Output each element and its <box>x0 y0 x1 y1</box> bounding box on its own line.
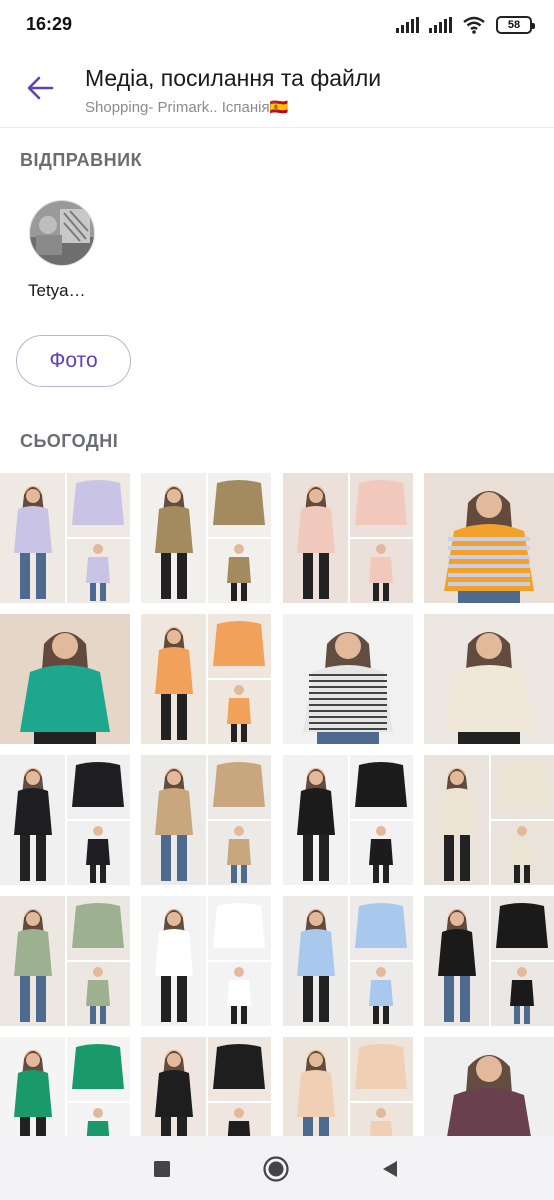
media-thumbnail[interactable] <box>283 896 413 1026</box>
signal-icon <box>396 17 419 33</box>
back-button[interactable] <box>20 68 60 108</box>
media-thumbnail[interactable] <box>0 896 130 1026</box>
chat-name-subtitle: Shopping- Primark.. Іспанія🇪🇸 <box>85 99 289 116</box>
media-thumbnail[interactable] <box>424 473 554 603</box>
triangle-back-icon <box>383 1161 397 1177</box>
media-thumbnail[interactable] <box>283 473 413 603</box>
today-section-label: СЬОГОДНІ <box>20 431 119 451</box>
sender-avatar-button[interactable] <box>22 200 102 266</box>
status-time: 16:29 <box>26 14 73 34</box>
media-thumbnail[interactable] <box>0 614 130 744</box>
arrow-left-icon <box>27 76 54 100</box>
back-nav-button[interactable] <box>375 1154 405 1184</box>
media-thumbnail[interactable] <box>141 473 271 603</box>
system-nav-bar <box>0 1136 554 1200</box>
status-icons: 58 <box>396 14 535 36</box>
media-thumbnail[interactable] <box>141 614 271 744</box>
avatar <box>29 200 95 266</box>
media-thumbnail[interactable] <box>283 755 413 885</box>
battery-level: 58 <box>507 19 521 31</box>
sender-section-label: ВІДПРАВНИК <box>20 150 143 170</box>
app-header: Медіа, посилання та файли Shopping- Prim… <box>0 50 554 128</box>
media-thumbnail[interactable] <box>0 755 130 885</box>
sender-name: Tetya… <box>28 281 86 300</box>
media-thumbnail[interactable] <box>424 755 554 885</box>
status-bar: 16:29 58 <box>0 0 554 50</box>
page-title: Медіа, посилання та файли <box>85 65 382 91</box>
media-thumbnail[interactable] <box>424 614 554 744</box>
signal-icon <box>429 17 452 33</box>
circle-icon <box>263 1156 289 1182</box>
home-button[interactable] <box>261 1154 291 1184</box>
media-thumbnail[interactable] <box>283 614 413 744</box>
media-thumbnail[interactable] <box>0 473 130 603</box>
media-thumbnail[interactable] <box>141 755 271 885</box>
battery-icon: 58 <box>496 16 535 34</box>
photo-filter-chip[interactable]: Фото <box>16 335 131 387</box>
media-thumbnail[interactable] <box>424 896 554 1026</box>
recent-apps-button[interactable] <box>147 1154 177 1184</box>
square-icon <box>154 1161 170 1177</box>
wifi-icon <box>463 16 485 34</box>
media-thumbnail[interactable] <box>141 896 271 1026</box>
